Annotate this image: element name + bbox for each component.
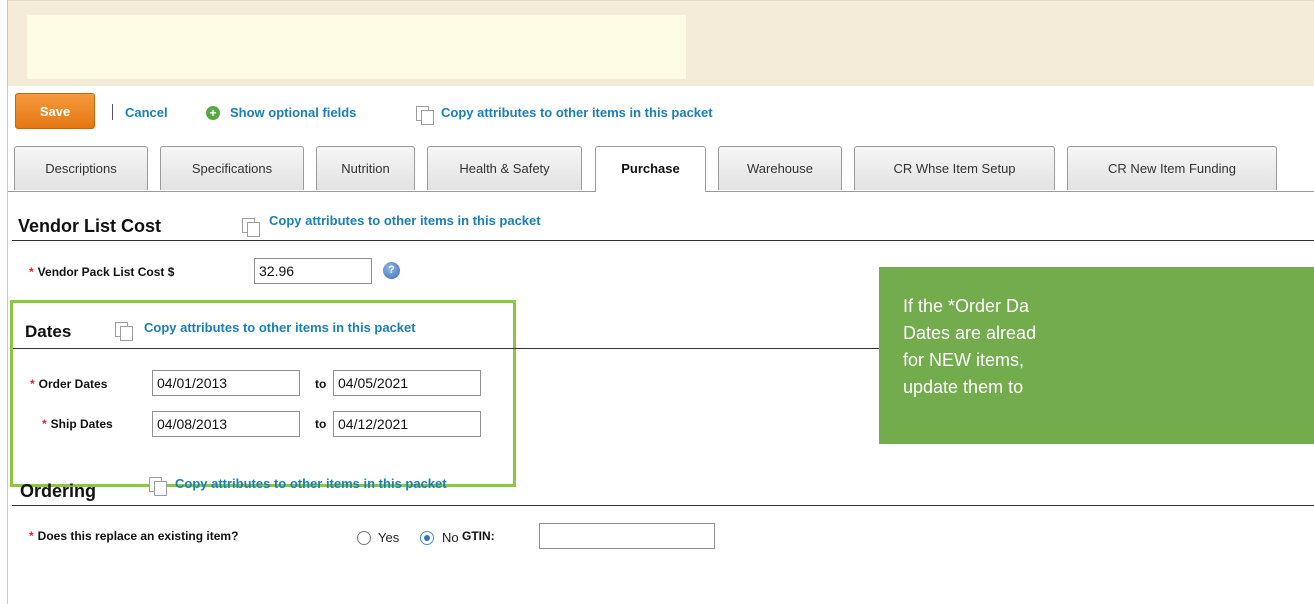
header-band [8,0,1314,87]
replace-existing-item-label: * Does this replace an existing item? [29,529,239,543]
tab-purchase[interactable]: Purchase [595,146,706,192]
replace-yes-radio[interactable] [357,531,371,545]
toolbar: Save Cancel + Show optional fields Copy … [8,86,1314,146]
tab-specifications[interactable]: Specifications [160,146,304,190]
tab-nutrition[interactable]: Nutrition [316,146,415,190]
ship-dates-label: * Ship Dates [42,417,113,431]
ordering-copy-attributes-link[interactable]: Copy attributes to other items in this p… [175,476,447,491]
ship-dates-to-label: to [315,417,327,431]
copy-attributes-link[interactable]: Copy attributes to other items in this p… [441,105,713,120]
show-optional-fields-link[interactable]: Show optional fields [230,105,356,120]
callout-line: Dates are alread [903,323,1037,343]
callout-line: update them to [903,377,1024,397]
callout-line: for NEW items, [903,350,1025,370]
cancel-link[interactable]: Cancel [125,105,168,120]
copy-icon[interactable] [115,322,133,341]
vendor-copy-attributes-link[interactable]: Copy attributes to other items in this p… [269,213,541,228]
tab-descriptions[interactable]: Descriptions [14,146,148,190]
gtin-label: GTIN: [462,529,495,543]
section-divider [12,505,1314,506]
order-date-to-input[interactable] [333,370,481,396]
callout-line: If the *Order Da [903,296,1030,316]
instruction-callout: If the *Order Da Dates are alread for NE… [879,267,1314,444]
ship-date-to-input[interactable] [333,411,481,437]
copy-icon[interactable] [149,477,167,496]
dates-copy-attributes-link[interactable]: Copy attributes to other items in this p… [144,320,416,335]
section-title-ordering: Ordering [20,481,97,501]
copy-icon[interactable] [242,218,260,237]
replace-no-radio[interactable] [420,531,434,545]
header-info-box [27,15,686,79]
gtin-input[interactable] [539,523,715,549]
copy-icon[interactable] [416,106,434,125]
plus-circle-icon[interactable]: + [206,106,220,120]
vendor-pack-list-cost-input[interactable] [254,258,372,284]
tab-bar: Descriptions Specifications Nutrition He… [8,145,1314,192]
tab-cr-new-item-funding[interactable]: CR New Item Funding [1067,146,1277,190]
tab-warehouse[interactable]: Warehouse [718,146,842,190]
vendor-pack-list-cost-label: * Vendor Pack List Cost $ [29,265,175,279]
ship-date-from-input[interactable] [152,411,300,437]
section-title-dates: Dates [25,322,72,341]
order-date-from-input[interactable] [152,370,300,396]
section-divider [12,240,1314,241]
save-button[interactable]: Save [15,93,95,129]
replace-no-label: No [442,530,459,545]
replace-yes-label: Yes [378,530,400,545]
toolbar-divider [112,104,113,120]
order-dates-to-label: to [315,377,327,391]
help-icon[interactable]: ? [383,262,400,279]
tab-cr-whse-item-setup[interactable]: CR Whse Item Setup [854,146,1055,190]
section-title-vendor-list-cost: Vendor List Cost [18,216,162,236]
order-dates-label: * Order Dates [30,377,108,391]
tab-health-safety[interactable]: Health & Safety [427,146,582,190]
